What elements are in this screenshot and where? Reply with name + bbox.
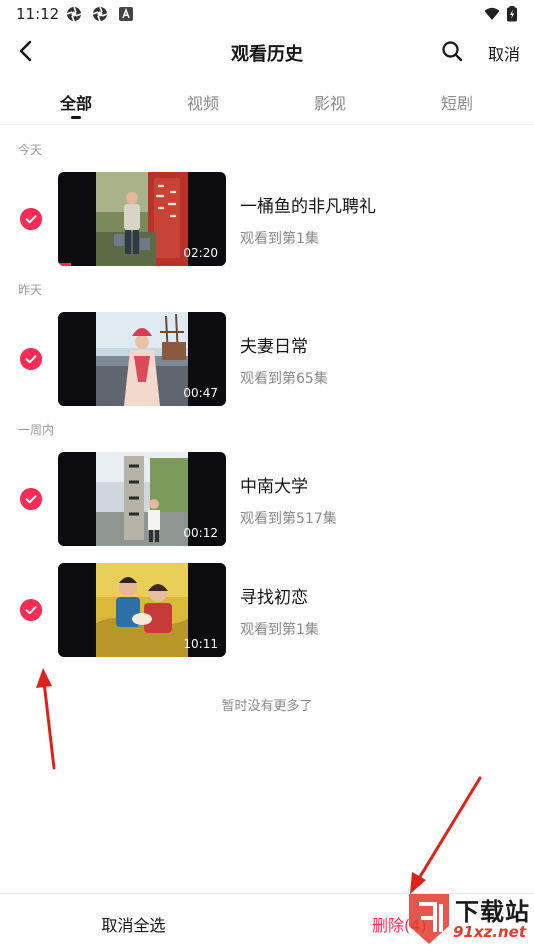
section-label-yesterday: 昨天 xyxy=(18,283,43,297)
item-progress-text: 观看到第1集 xyxy=(240,622,319,638)
poster-image xyxy=(96,312,188,406)
history-item[interactable]: 00:47 夫妻日常 观看到第65集 xyxy=(0,312,534,406)
history-item[interactable]: 02:20 一桶鱼的非凡聘礼 观看到第1集 xyxy=(0,172,534,266)
selected-checkmark-icon[interactable] xyxy=(20,348,42,370)
watermark-logo: 下载站 91xz.net xyxy=(405,890,534,950)
deselect-all-label: 取消全选 xyxy=(101,916,166,935)
video-duration: 00:12 xyxy=(183,526,218,540)
item-title: 寻找初恋 xyxy=(240,588,308,608)
tabs-divider xyxy=(0,124,534,125)
section-label-this-week: 一周内 xyxy=(18,423,55,437)
watch-progress-bar xyxy=(58,263,72,266)
watermark-text-bottom: 91xz.net xyxy=(453,923,527,941)
tab-video[interactable]: 视频 xyxy=(163,90,243,114)
item-progress-text: 观看到第517集 xyxy=(240,511,337,527)
item-progress-text: 观看到第1集 xyxy=(240,231,319,247)
app-notification-icon xyxy=(66,6,82,22)
wifi-icon xyxy=(484,7,500,20)
tab-all[interactable]: 全部 xyxy=(36,90,116,114)
deselect-all-button[interactable]: 取消全选 xyxy=(0,894,267,950)
video-thumbnail[interactable]: 00:12 xyxy=(58,452,226,546)
tab-film-tv[interactable]: 影视 xyxy=(290,90,370,114)
category-tabs: 全部 视频 影视 短剧 xyxy=(0,80,534,124)
selected-checkmark-icon[interactable] xyxy=(20,208,42,230)
active-tab-indicator xyxy=(71,116,81,119)
battery-icon xyxy=(507,6,517,22)
item-title: 中南大学 xyxy=(240,477,308,497)
poster-image xyxy=(96,452,188,546)
video-thumbnail[interactable]: 10:11 xyxy=(58,563,226,657)
item-title: 一桶鱼的非凡聘礼 xyxy=(240,197,376,217)
video-duration: 02:20 xyxy=(183,246,218,260)
arrow-to-checkbox-icon xyxy=(36,668,56,770)
tab-short-drama[interactable]: 短剧 xyxy=(417,90,497,114)
history-item[interactable]: 10:11 寻找初恋 观看到第1集 xyxy=(0,563,534,657)
app-a-icon xyxy=(119,7,133,21)
search-icon[interactable] xyxy=(440,39,464,63)
arrow-to-delete-icon xyxy=(410,776,482,894)
history-item[interactable]: 00:12 中南大学 观看到第517集 xyxy=(0,452,534,546)
selected-checkmark-icon[interactable] xyxy=(20,488,42,510)
status-time: 11:12 xyxy=(16,5,60,23)
status-bar: 11:12 xyxy=(0,0,534,28)
video-duration: 10:11 xyxy=(183,637,218,651)
poster-image xyxy=(96,563,188,657)
selected-checkmark-icon[interactable] xyxy=(20,599,42,621)
app-notification-icon xyxy=(92,6,108,22)
item-progress-text: 观看到第65集 xyxy=(240,371,328,387)
watermark-text-top: 下载站 xyxy=(455,898,530,926)
watermark-badge-icon xyxy=(409,894,449,944)
video-thumbnail[interactable]: 00:47 xyxy=(58,312,226,406)
video-duration: 00:47 xyxy=(183,386,218,400)
no-more-text: 暂时没有更多了 xyxy=(221,699,313,714)
top-navigation-bar: 观看历史 取消 xyxy=(0,28,534,74)
section-label-today: 今天 xyxy=(18,143,43,157)
video-thumbnail[interactable]: 02:20 xyxy=(58,172,226,266)
cancel-button[interactable]: 取消 xyxy=(488,41,520,65)
item-title: 夫妻日常 xyxy=(240,337,308,357)
poster-image xyxy=(96,172,188,266)
